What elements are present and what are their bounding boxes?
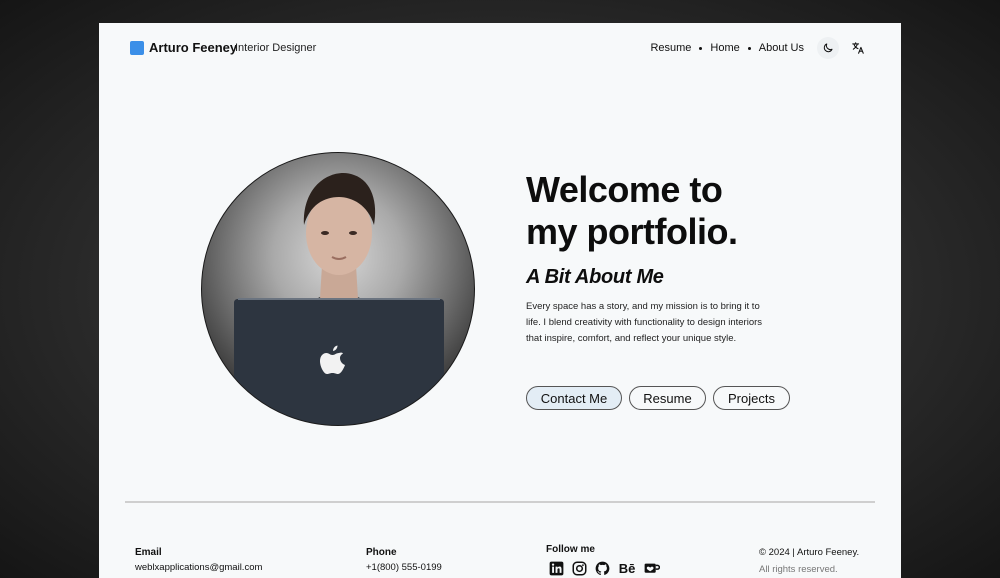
linkedin-icon[interactable] <box>548 560 564 576</box>
copyright-text: © 2024 | Arturo Feeney. <box>759 547 860 558</box>
behance-text: Bē <box>618 560 636 576</box>
phone-link[interactable]: +1(800) 555-0199 <box>366 562 442 573</box>
main-nav: Resume Home About Us <box>650 42 804 54</box>
hero-title-line: Welcome to <box>526 169 723 210</box>
projects-button[interactable]: Projects <box>713 386 790 410</box>
behance-icon[interactable]: Bē <box>617 560 637 576</box>
contact-me-button[interactable]: Contact Me <box>526 386 622 410</box>
instagram-icon[interactable] <box>571 560 587 576</box>
section-divider <box>125 501 875 503</box>
hero-title-line: my portfolio. <box>526 211 738 252</box>
coffee-icon[interactable] <box>644 560 660 576</box>
site-header: Arturo Feeney Interior Designer Resume H… <box>99 23 901 75</box>
phone-label: Phone <box>366 547 397 558</box>
email-link[interactable]: weblxapplications@gmail.com <box>135 562 262 573</box>
language-button[interactable] <box>847 37 869 59</box>
about-heading: A Bit About Me <box>526 266 664 288</box>
github-icon[interactable] <box>594 560 610 576</box>
email-label: Email <box>135 547 162 558</box>
brand-role: Interior Designer <box>235 42 317 54</box>
person-with-laptop-image <box>234 173 444 425</box>
moon-icon <box>823 43 833 53</box>
portfolio-page: Arturo Feeney Interior Designer Resume H… <box>99 23 901 578</box>
profile-photo <box>201 152 475 426</box>
nav-about-link[interactable]: About Us <box>759 42 804 54</box>
hero-title: Welcome to my portfolio. <box>526 169 738 253</box>
nav-resume-link[interactable]: Resume <box>650 42 691 54</box>
nav-separator <box>747 46 751 50</box>
resume-button[interactable]: Resume <box>629 386 706 410</box>
follow-label: Follow me <box>546 544 595 555</box>
theme-toggle-button[interactable] <box>817 37 839 59</box>
rights-text: All rights reserved. <box>759 564 838 575</box>
about-paragraph: Every space has a story, and my mission … <box>526 301 763 344</box>
brand-name[interactable]: Arturo Feeney <box>149 40 237 55</box>
nav-separator <box>699 46 703 50</box>
social-links: Bē <box>548 560 660 576</box>
translate-icon <box>852 42 864 54</box>
nav-home-link[interactable]: Home <box>710 42 739 54</box>
logo-icon[interactable] <box>130 41 144 55</box>
